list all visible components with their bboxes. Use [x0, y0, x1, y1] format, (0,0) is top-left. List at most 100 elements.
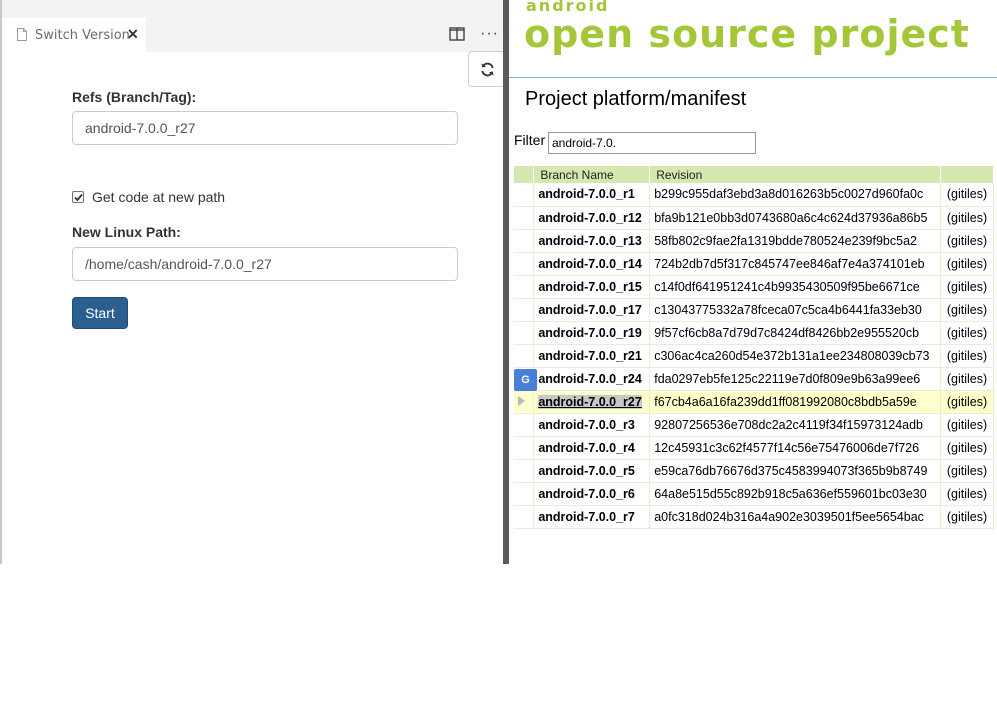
branch-name-cell[interactable]: android-7.0.0_r15: [533, 275, 651, 299]
branch-name-text[interactable]: android-7.0.0_r12: [538, 211, 642, 225]
revision-cell: 724b2db7d5f317c845747ee846af7e4a374101eb: [649, 252, 942, 276]
table-row[interactable]: android-7.0.0_r15 c14f0df641951241c4b9935…: [514, 275, 994, 299]
table-row[interactable]: android-7.0.0_r4 12c45931c3c62f4577f14c56…: [514, 436, 994, 460]
table-row[interactable]: android-7.0.0_r17 c13043775332a78fceca07c…: [514, 298, 994, 322]
branch-name-cell[interactable]: android-7.0.0_r4: [533, 436, 651, 460]
editor-tab-bar: Switch Version ✕ ···: [2, 0, 505, 52]
gitiles-link[interactable]: (gitiles): [940, 482, 994, 506]
table-header-row: Branch Name Revision: [514, 166, 994, 183]
gitiles-link[interactable]: (gitiles): [940, 321, 994, 345]
filter-input[interactable]: android-7.0.: [548, 132, 756, 154]
revision-cell: a0fc318d024b316a4a902e3039501f5ee5654bac: [649, 505, 942, 529]
row-handle: [514, 436, 535, 460]
branch-name-text[interactable]: android-7.0.0_r1: [538, 187, 635, 201]
branch-name-cell[interactable]: android-7.0.0_r7: [533, 505, 651, 529]
gitiles-link[interactable]: (gitiles): [940, 206, 994, 230]
table-row[interactable]: android-7.0.0_r6 64a8e515d55c892b918c5a63…: [514, 482, 994, 506]
branch-name-text[interactable]: android-7.0.0_r14: [538, 257, 642, 271]
row-handle: [514, 206, 535, 230]
branch-name-cell[interactable]: android-7.0.0_r1: [533, 183, 651, 207]
gitiles-link[interactable]: (gitiles): [940, 436, 994, 460]
refs-label: Refs (Branch/Tag):: [72, 89, 197, 105]
browser-pane: android open source project Project plat…: [509, 0, 997, 540]
revision-cell: 92807256536e708dc2a2c4119f34f15973124adb: [649, 413, 942, 437]
checkmark-icon: [74, 193, 83, 202]
start-button[interactable]: Start: [72, 297, 128, 329]
gitiles-link[interactable]: (gitiles): [940, 459, 994, 483]
refs-input[interactable]: android-7.0.0_r27: [72, 111, 458, 145]
filter-label: Filter: [514, 132, 546, 148]
split-editor-icon[interactable]: [449, 27, 465, 42]
get-code-new-path-checkbox[interactable]: [72, 191, 84, 203]
gitiles-link[interactable]: (gitiles): [940, 344, 994, 368]
tab-switch-version[interactable]: Switch Version ✕: [2, 18, 146, 52]
branch-name-text[interactable]: android-7.0.0_r21: [538, 349, 642, 363]
table-row[interactable]: android-7.0.0_r5 e59ca76db76676d375c45839…: [514, 459, 994, 483]
branch-name-cell[interactable]: android-7.0.0_r12: [533, 206, 651, 230]
branch-name-text[interactable]: android-7.0.0_r3: [538, 418, 635, 432]
table-row[interactable]: android-7.0.0_r1 b299c955daf3ebd3a8d01626…: [514, 183, 994, 207]
row-handle: [514, 321, 535, 345]
table-row[interactable]: android-7.0.0_r3 92807256536e708dc2a2c411…: [514, 413, 994, 437]
gitiles-link[interactable]: (gitiles): [940, 183, 994, 207]
branch-name-text[interactable]: android-7.0.0_r15: [538, 280, 642, 294]
revision-cell: c13043775332a78fceca07c5ca4b6441fa33eb30: [649, 298, 942, 322]
branch-name-text[interactable]: android-7.0.0_r17: [538, 303, 642, 317]
tab-strip: Switch Version ✕ ···: [2, 18, 505, 52]
branch-name-cell[interactable]: android-7.0.0_r17: [533, 298, 651, 322]
branch-name-text[interactable]: android-7.0.0_r19: [538, 326, 642, 340]
table-row[interactable]: android-7.0.0_r14 724b2db7d5f317c845747ee…: [514, 252, 994, 276]
checkbox-label: Get code at new path: [92, 189, 226, 205]
gitiles-link[interactable]: (gitiles): [940, 229, 994, 253]
gitiles-link[interactable]: (gitiles): [940, 505, 994, 529]
branch-name-cell[interactable]: android-7.0.0_r24: [533, 367, 651, 391]
revision-cell: b299c955daf3ebd3a8d016263b5c0027d960fa0c: [649, 183, 942, 207]
row-expand-arrow-icon[interactable]: [518, 396, 525, 406]
gitiles-link[interactable]: (gitiles): [940, 252, 994, 276]
gitiles-link[interactable]: (gitiles): [940, 367, 994, 391]
branch-name-text[interactable]: android-7.0.0_r7: [538, 510, 635, 524]
branch-name-cell[interactable]: android-7.0.0_r19: [533, 321, 651, 345]
path-label: New Linux Path:: [72, 224, 181, 240]
branch-name-text[interactable]: android-7.0.0_r13: [538, 234, 642, 248]
refresh-button[interactable]: [468, 51, 506, 87]
aosp-logo[interactable]: open source project: [524, 12, 970, 56]
branch-name-cell[interactable]: android-7.0.0_r21: [533, 344, 651, 368]
branch-name-cell[interactable]: android-7.0.0_r13: [533, 229, 651, 253]
table-row[interactable]: android-7.0.0_r21 c306ac4ca260d54e372b131…: [514, 344, 994, 368]
more-actions-icon[interactable]: ···: [480, 25, 499, 43]
path-input[interactable]: /home/cash/android-7.0.0_r27: [72, 247, 458, 281]
branch-name-text[interactable]: android-7.0.0_r24: [538, 372, 642, 386]
row-handle: [514, 252, 535, 276]
revision-cell: c14f0df641951241c4b9935430509f95be6671ce: [649, 275, 942, 299]
branch-name-text[interactable]: android-7.0.0_r6: [538, 487, 635, 501]
row-handle: [514, 275, 535, 299]
gitiles-link[interactable]: (gitiles): [940, 298, 994, 322]
revision-cell: 64a8e515d55c892b918c5a636ef559601bc03e30: [649, 482, 942, 506]
branch-name-cell[interactable]: android-7.0.0_r6: [533, 482, 651, 506]
table-row[interactable]: android-7.0.0_r19 9f57cf6cb8a7d79d7c8424d…: [514, 321, 994, 345]
gitiles-link[interactable]: (gitiles): [940, 413, 994, 437]
table-row[interactable]: android-7.0.0_r13 58fb802c9fae2fa1319bdde…: [514, 229, 994, 253]
revision-cell: 58fb802c9fae2fa1319bdde780524e239f9bc5a2: [649, 229, 942, 253]
revision-column-header[interactable]: Revision: [649, 166, 942, 183]
gitiles-link[interactable]: (gitiles): [940, 390, 994, 414]
branch-name-text[interactable]: android-7.0.0_r5: [538, 464, 635, 478]
branch-column-header[interactable]: Branch Name: [533, 166, 651, 183]
branch-name-cell[interactable]: android-7.0.0_r27: [533, 390, 651, 414]
table-row[interactable]: android-7.0.0_r7 a0fc318d024b316a4a902e30…: [514, 505, 994, 529]
branch-name-cell[interactable]: android-7.0.0_r5: [533, 459, 651, 483]
table-row[interactable]: android-7.0.0_r12 bfa9b121e0bb3d0743680a6…: [514, 206, 994, 230]
revision-cell: f67cb4a6a16fa239dd1ff081992080c8bdb5a59e: [649, 390, 942, 414]
branch-name-cell[interactable]: android-7.0.0_r3: [533, 413, 651, 437]
close-icon[interactable]: ✕: [127, 26, 139, 43]
google-translate-icon[interactable]: G: [514, 369, 537, 391]
branch-name-cell[interactable]: android-7.0.0_r14: [533, 252, 651, 276]
branch-name-text[interactable]: android-7.0.0_r27: [538, 394, 642, 409]
table-row[interactable]: android-7.0.0_r24 fda0297eb5fe125c22119e7…: [514, 367, 994, 391]
gitiles-link[interactable]: (gitiles): [940, 275, 994, 299]
row-handle: [514, 344, 535, 368]
branch-name-text[interactable]: android-7.0.0_r4: [538, 441, 635, 455]
refresh-icon: [481, 62, 494, 77]
table-row[interactable]: android-7.0.0_r27 f67cb4a6a16fa239dd1ff08…: [514, 390, 994, 414]
